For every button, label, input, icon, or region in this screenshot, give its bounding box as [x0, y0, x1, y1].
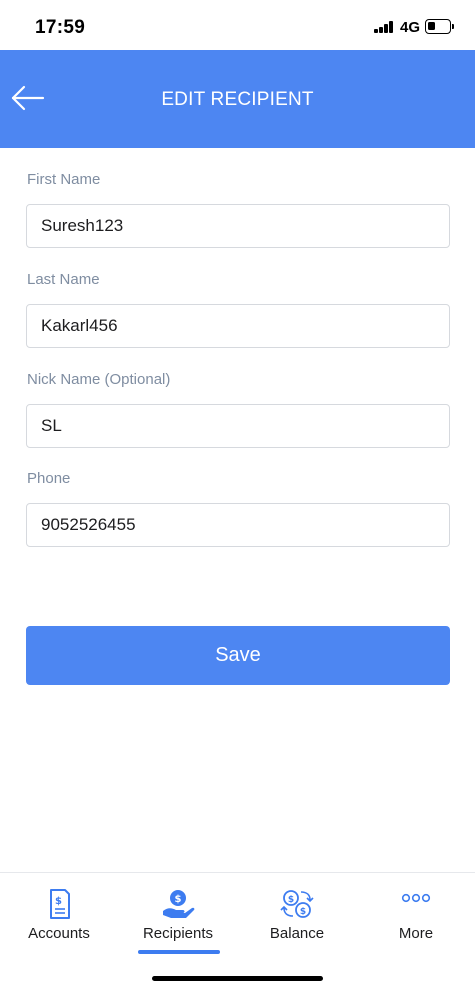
tab-balance-label: Balance	[269, 925, 325, 942]
svg-text:$: $	[300, 907, 306, 917]
tab-balance[interactable]: $ $ Balance	[238, 873, 356, 955]
first-name-field[interactable]	[26, 204, 450, 248]
app-bar: EDIT RECIPIENT	[0, 50, 475, 148]
battery-tip	[452, 24, 454, 29]
phone-field[interactable]	[26, 503, 450, 547]
tab-recipients-label: Recipients	[142, 925, 214, 942]
tab-accounts-label: Accounts	[28, 925, 90, 942]
tab-more[interactable]: More	[357, 873, 475, 955]
home-indicator	[152, 976, 323, 981]
last-name-label: Last Name	[27, 271, 100, 288]
status-time: 17:59	[35, 17, 86, 38]
tab-accounts[interactable]: $ Accounts	[0, 873, 118, 955]
active-tab-indicator	[138, 950, 220, 954]
bottom-tab-bar: $ Accounts $ Recipients $ $ Balance More	[0, 872, 475, 954]
phone-label: Phone	[27, 470, 71, 487]
network-label: 4G	[400, 19, 421, 36]
save-button[interactable]: Save	[26, 626, 450, 685]
nick-name-field[interactable]	[26, 404, 450, 448]
last-name-field[interactable]	[26, 304, 450, 348]
hand-coin-icon: $	[163, 890, 195, 918]
first-name-label: First Name	[27, 171, 101, 188]
document-dollar-icon: $	[50, 889, 70, 919]
tab-recipients[interactable]: $ Recipients	[119, 873, 237, 955]
svg-text:$: $	[288, 895, 294, 905]
nick-name-label: Nick Name (Optional)	[27, 371, 171, 388]
tab-more-label: More	[398, 925, 434, 942]
battery-icon	[425, 19, 451, 34]
page-title: EDIT RECIPIENT	[161, 89, 314, 110]
svg-text:$: $	[175, 894, 182, 905]
svg-text:$: $	[55, 896, 62, 907]
currency-exchange-icon: $ $	[280, 890, 314, 918]
more-dots-icon	[401, 893, 431, 903]
status-bar: 17:59 4G	[0, 0, 475, 50]
signal-icon	[374, 21, 394, 33]
